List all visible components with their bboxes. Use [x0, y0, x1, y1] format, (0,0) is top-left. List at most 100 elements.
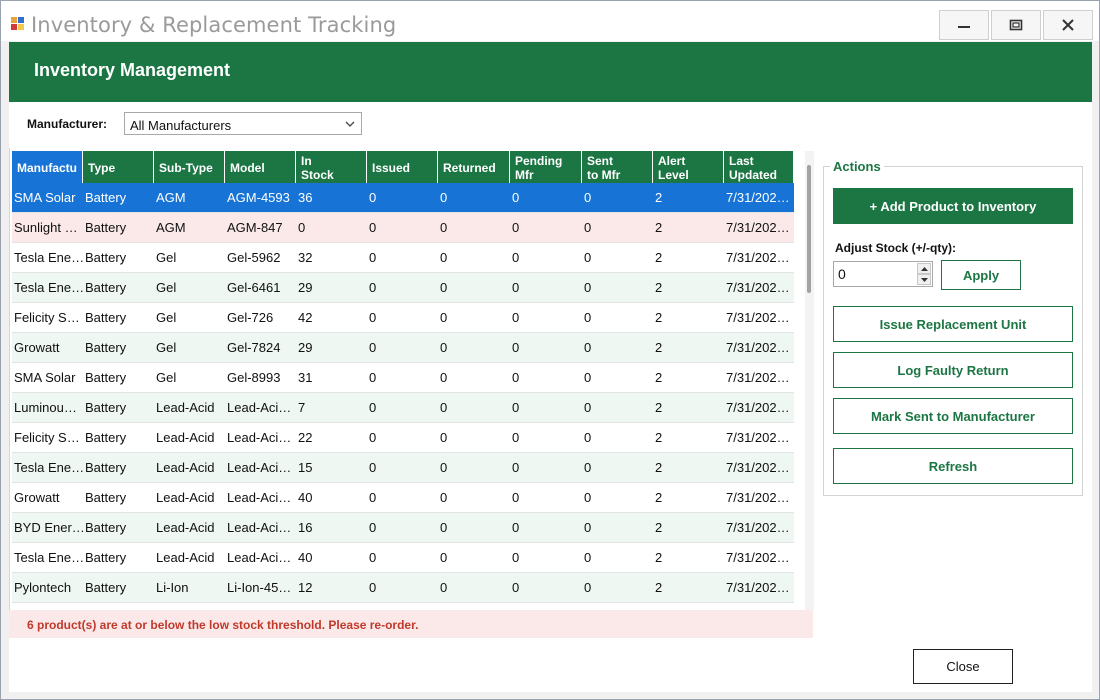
table-row[interactable]: Felicity S… Battery Gel Gel-726 42 0 0 0 0 2 7/31/… [12, 303, 794, 333]
manufacturer-dropdown[interactable]: All Manufacturers [124, 112, 362, 135]
table-cell: 0 [584, 310, 592, 325]
chevron-down-icon [345, 121, 355, 127]
table-row[interactable]: Growatt Battery Gel Gel-7824 29 0 0 0 0 2 7/31/202… [12, 333, 794, 363]
table-cell: 0 [369, 460, 377, 475]
column-header[interactable]: Returned [438, 151, 510, 183]
table-row[interactable]: Tesla Ene… Battery Gel Gel-5962 32 0 0 0 0 2 7/31/… [12, 243, 794, 273]
minimize-icon [958, 26, 970, 28]
table-row[interactable]: SMA Solar Battery AGM AGM-4593 36 0 0 0 0 2 7/31/2… [12, 183, 794, 213]
table-row[interactable]: Felicity S… Battery Lead-Acid Lead-Aci… 22 0 0… [12, 423, 794, 453]
grid-body: SMA Solar Battery AGM AGM-4593 36 0 0 0 0 2 7/31/2… [12, 183, 794, 603]
table-row[interactable]: SMA Solar Battery Gel Gel-8993 31 0 0 0 0 2 7/31/2… [12, 363, 794, 393]
column-header[interactable]: Issued [367, 151, 438, 183]
table-row[interactable]: Sunlight … Battery AGM AGM-847 0 0 0 0 0 2 7/31/20… [12, 213, 794, 243]
column-header-line: Type [88, 161, 116, 175]
table-cell: Lead-Aci… [227, 400, 292, 415]
table-cell: Gel [156, 370, 177, 385]
column-header-line: Sent [587, 154, 614, 168]
column-header[interactable]: Manufactu [12, 151, 83, 183]
adjust-stock-input[interactable]: 0 [833, 261, 933, 287]
minimize-button[interactable] [939, 10, 989, 40]
table-cell: 0 [440, 400, 448, 415]
grid-scrollbar[interactable] [805, 151, 814, 610]
column-header[interactable]: Sub-Type [154, 151, 225, 183]
table-cell: 0 [584, 280, 592, 295]
table-cell: Lead-Aci… [227, 490, 292, 505]
table-row[interactable]: Growatt Battery Lead-Acid Lead-Aci… 40 0 0 0 0 2 7… [12, 483, 794, 513]
app-icon [11, 17, 24, 30]
table-cell: 0 [512, 190, 520, 205]
table-cell: 2 [655, 250, 663, 265]
table-cell: 0 [584, 430, 592, 445]
column-header[interactable]: In Stock [296, 151, 367, 183]
column-header[interactable]: Sent to Mfr [582, 151, 653, 183]
apply-button[interactable]: Apply [941, 260, 1021, 290]
table-row[interactable]: Pylontech Battery Li-Ion Li-Ion-45… 12 0 0 0 0 2 7… [12, 573, 794, 603]
column-header-label: Last Updated [729, 154, 777, 182]
column-header-line: Stock [301, 168, 334, 182]
scrollbar-thumb[interactable] [807, 165, 811, 293]
column-header[interactable]: Pending Mfr [510, 151, 582, 183]
stepper-down-button[interactable] [917, 274, 931, 285]
title-bar[interactable]: Inventory & Replacement Tracking [1, 1, 1099, 41]
column-header-line: Level [658, 168, 689, 182]
column-header-line: Model [230, 161, 265, 175]
table-cell: 0 [369, 250, 377, 265]
log-faulty-return-button[interactable]: Log Faulty Return [833, 352, 1073, 388]
table-cell: 29 [298, 280, 313, 295]
table-row[interactable]: Tesla Ene… Battery Lead-Acid Lead-Aci… 15 0 0 0… [12, 453, 794, 483]
inventory-grid[interactable]: Manufactu Type Sub-Type Model In Stock Issued R… [9, 148, 814, 610]
table-row[interactable]: Tesla Ene… Battery Lead-Acid Lead-Aci… 40 0 0 0… [12, 543, 794, 573]
column-header-line: Mfr [515, 168, 534, 182]
table-cell: Battery [85, 580, 127, 595]
table-cell: 0 [584, 460, 592, 475]
table-cell: SMA Solar [14, 190, 76, 205]
table-cell: 0 [584, 520, 592, 535]
maximize-button[interactable] [991, 10, 1041, 40]
table-cell: 7/31/202… [726, 340, 790, 355]
table-cell: 0 [584, 370, 592, 385]
close-button[interactable]: Close [913, 649, 1013, 684]
stepper-buttons [917, 263, 931, 285]
mark-sent-button[interactable]: Mark Sent to Manufacturer [833, 398, 1073, 434]
table-cell: 2 [655, 550, 663, 565]
close-window-button[interactable] [1043, 10, 1093, 40]
table-cell: Gel-5962 [227, 250, 281, 265]
table-cell: 0 [512, 550, 520, 565]
table-cell: Felicity S… [14, 430, 80, 445]
add-product-button[interactable]: + Add Product to Inventory [833, 188, 1073, 224]
table-cell: 7/31/202… [726, 430, 790, 445]
column-header-label: Pending Mfr [515, 154, 562, 182]
table-row[interactable]: Luminou… Battery Lead-Acid Lead-Aci… 7 0 0 0 0 2 7… [12, 393, 794, 423]
table-cell: 0 [440, 460, 448, 475]
table-cell: Lead-Aci… [227, 430, 292, 445]
table-cell: 7/31/202… [726, 280, 790, 295]
table-row[interactable]: BYD Ener… Battery Lead-Acid Lead-Aci… 16 0 0 0 0… [12, 513, 794, 543]
table-cell: 0 [440, 220, 448, 235]
table-cell: 0 [584, 190, 592, 205]
table-cell: 0 [369, 430, 377, 445]
table-cell: BYD Ener… [14, 520, 83, 535]
column-header-label: Alert Level [658, 154, 689, 182]
table-cell: Battery [85, 370, 127, 385]
column-header[interactable]: Model [225, 151, 296, 183]
refresh-button[interactable]: Refresh [833, 448, 1073, 484]
table-cell: 2 [655, 460, 663, 475]
table-row[interactable]: Tesla Ene… Battery Gel Gel-6461 29 0 0 0 0 2 7/31/… [12, 273, 794, 303]
issue-replacement-button[interactable]: Issue Replacement Unit [833, 306, 1073, 342]
table-cell: 0 [298, 220, 306, 235]
column-header[interactable]: Alert Level [653, 151, 724, 183]
column-header[interactable]: Last Updated [724, 151, 794, 183]
table-cell: Felicity S… [14, 310, 80, 325]
table-cell: 40 [298, 490, 313, 505]
table-cell: 2 [655, 520, 663, 535]
adjust-stock-value: 0 [838, 266, 846, 282]
table-cell: 42 [298, 310, 313, 325]
stepper-up-button[interactable] [917, 263, 931, 274]
column-header-label: In Stock [301, 154, 334, 182]
table-cell: Lead-Aci… [227, 460, 292, 475]
window-title: Inventory & Replacement Tracking [31, 13, 397, 37]
table-cell: Battery [85, 220, 127, 235]
table-cell: 0 [440, 340, 448, 355]
column-header[interactable]: Type [83, 151, 154, 183]
